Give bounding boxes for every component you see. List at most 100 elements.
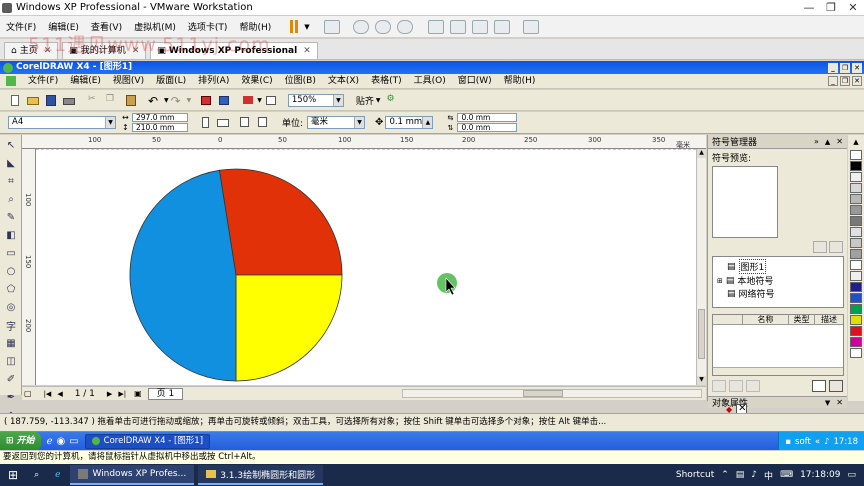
cd-menu-bitmaps[interactable]: 位图(B): [279, 74, 322, 89]
send-keys-icon[interactable]: [323, 19, 340, 34]
add-page-icon[interactable]: ▣: [134, 389, 142, 398]
smart-fill-icon[interactable]: ◧: [3, 227, 19, 243]
previous-page-icon[interactable]: ◀: [57, 390, 62, 398]
close-icon[interactable]: ✕: [303, 43, 311, 59]
scale-symbol-icon[interactable]: [812, 380, 826, 392]
options-icon[interactable]: ⚙: [387, 94, 401, 107]
collapse-icon[interactable]: ▲: [825, 138, 830, 146]
tray-expand-icon[interactable]: «: [815, 437, 820, 447]
page-width-field[interactable]: 297.0 mm: [132, 113, 188, 122]
start-button[interactable]: ⊞ 开始: [0, 431, 41, 451]
edge-icon[interactable]: ℯ: [47, 464, 68, 486]
open-folder-icon[interactable]: [26, 94, 40, 107]
pie-slice-yellow[interactable]: [235, 274, 343, 382]
palette-swatch[interactable]: [850, 194, 862, 204]
current-page-icon[interactable]: [256, 116, 270, 129]
palette-swatch[interactable]: [850, 260, 862, 270]
polygon-tool-icon[interactable]: ⬠: [3, 281, 19, 297]
chevron-down-icon[interactable]: ▼: [257, 97, 262, 104]
minimize-icon[interactable]: _: [828, 62, 838, 73]
snapshot-icon[interactable]: [352, 19, 369, 34]
palette-swatch[interactable]: [850, 216, 862, 226]
import-icon[interactable]: [199, 94, 213, 107]
restore-icon[interactable]: ❐: [840, 62, 850, 73]
column-header-type[interactable]: 类型: [789, 314, 815, 325]
unity-icon[interactable]: [493, 19, 510, 34]
cd-menu-effects[interactable]: 效果(C): [235, 74, 278, 89]
symbol-options-icon[interactable]: [829, 380, 843, 392]
pie-chart-drawing[interactable]: [36, 149, 696, 385]
interactive-blend-icon[interactable]: ◫: [3, 353, 19, 369]
collapse-icon[interactable]: ▼: [825, 399, 830, 407]
page-setup-icon[interactable]: ▢: [24, 389, 32, 398]
minimize-icon[interactable]: —: [798, 0, 820, 16]
cut-icon[interactable]: ✂: [88, 94, 102, 107]
column-header-description[interactable]: 描述: [815, 314, 843, 325]
cd-menu-view[interactable]: 视图(V): [107, 74, 150, 89]
text-tool-icon[interactable]: 字: [3, 317, 19, 333]
revert-snapshot-icon[interactable]: [374, 19, 391, 34]
page-height-field[interactable]: 210.0 mm: [132, 123, 188, 132]
palette-scroll-up-icon[interactable]: ▲: [848, 135, 864, 149]
palette-swatch[interactable]: [850, 348, 862, 358]
cd-menu-layout[interactable]: 版面(L): [150, 74, 192, 89]
palette-swatch[interactable]: [850, 227, 862, 237]
network-icon[interactable]: ▤: [736, 470, 745, 480]
tray-network-icon[interactable]: ▪: [785, 437, 791, 447]
copy-icon[interactable]: ❐: [106, 94, 120, 107]
symbol-list[interactable]: 名称 类型 描述: [712, 314, 844, 376]
close-icon[interactable]: ✕: [852, 62, 862, 73]
snapshot-manager-icon[interactable]: [396, 19, 413, 34]
minimize-icon[interactable]: _: [828, 76, 838, 86]
palette-swatch[interactable]: [850, 304, 862, 314]
palette-swatch[interactable]: [850, 161, 862, 171]
tree-item-network[interactable]: ▤ 网络符号: [717, 287, 839, 301]
thumbnail-icon[interactable]: [449, 19, 466, 34]
chevron-down-icon[interactable]: ▼: [354, 117, 365, 128]
palette-swatch[interactable]: [850, 337, 862, 347]
xp-task-coreldraw[interactable]: CorelDRAW X4 - [图形1]: [84, 433, 211, 449]
zoom-level-dropdown[interactable]: 150% ▼: [287, 93, 344, 107]
nudge-distance-field[interactable]: 0.1 mm ▲: [385, 116, 434, 129]
shape-tool-icon[interactable]: ◣: [3, 155, 19, 171]
landscape-icon[interactable]: [216, 116, 230, 129]
save-icon[interactable]: [44, 94, 58, 107]
palette-swatch[interactable]: [850, 249, 862, 259]
palette-swatch[interactable]: [850, 183, 862, 193]
windows-start-icon[interactable]: ⊞: [0, 464, 26, 486]
scroll-down-icon[interactable]: ▼: [697, 376, 706, 385]
vertical-ruler[interactable]: 100 150 200: [22, 149, 36, 385]
horizontal-ruler[interactable]: 100 50 0 50 100 150 200 250 300 350 毫米: [22, 135, 706, 149]
snap-to-label[interactable]: 贴齐: [356, 94, 374, 107]
paste-icon[interactable]: [124, 94, 138, 107]
crop-tool-icon[interactable]: ⌗: [3, 173, 19, 189]
palette-swatch[interactable]: [850, 271, 862, 281]
palette-swatch[interactable]: [850, 205, 862, 215]
palette-swatch[interactable]: [850, 150, 862, 160]
restore-icon[interactable]: ❐: [820, 0, 842, 16]
welcome-screen-icon[interactable]: [264, 94, 278, 107]
all-pages-icon[interactable]: [238, 116, 252, 129]
pick-tool-icon[interactable]: ↖: [3, 137, 19, 153]
expand-icon[interactable]: »: [814, 137, 819, 146]
cd-menu-arrange[interactable]: 排列(A): [192, 74, 235, 89]
expand-tree-icon[interactable]: ⊞: [717, 277, 723, 285]
export-symbol-icon[interactable]: [729, 380, 743, 392]
console-view-icon[interactable]: [522, 19, 539, 34]
tray-volume-icon[interactable]: ♪: [824, 437, 829, 447]
close-icon[interactable]: ✕: [842, 0, 864, 16]
close-icon[interactable]: ✕: [836, 137, 843, 146]
palette-swatch[interactable]: [850, 172, 862, 182]
page-tab[interactable]: 页 1: [147, 387, 184, 400]
chevron-down-icon[interactable]: ▼: [304, 23, 309, 31]
new-document-icon[interactable]: [8, 94, 22, 107]
search-icon[interactable]: ⌕: [26, 464, 47, 486]
eyedropper-icon[interactable]: ✐: [3, 371, 19, 387]
horizontal-scrollbar[interactable]: [402, 389, 702, 398]
outline-tool-icon[interactable]: ✒: [3, 389, 19, 405]
chevron-down-icon[interactable]: ▼: [164, 97, 169, 104]
first-page-icon[interactable]: |◀: [44, 390, 52, 398]
pause-icon[interactable]: [287, 19, 301, 34]
close-icon[interactable]: ✕: [836, 398, 843, 407]
palette-swatch[interactable]: [850, 315, 862, 325]
